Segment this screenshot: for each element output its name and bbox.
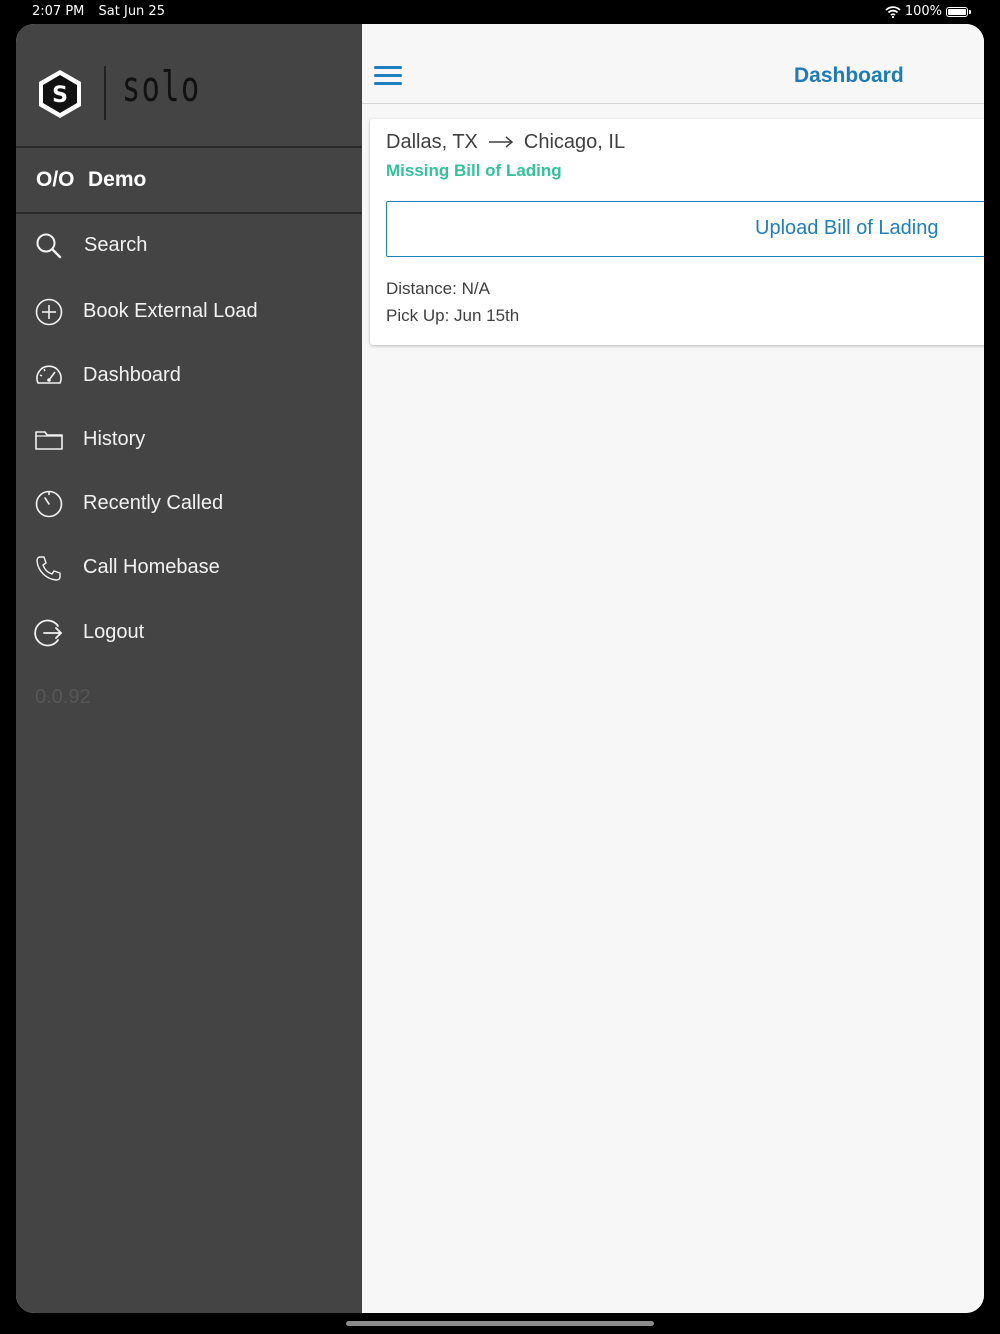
battery-percent: 100%: [904, 4, 942, 19]
user-role: O/O: [36, 168, 75, 191]
menu-item-recently-called[interactable]: Recently Called: [16, 472, 362, 536]
menu-item-dashboard[interactable]: Dashboard: [16, 344, 362, 408]
folder-icon: [35, 431, 63, 450]
menu-item-call-homebase[interactable]: Call Homebase: [16, 536, 362, 600]
timer-icon: [35, 490, 63, 518]
load-status: Missing Bill of Lading: [386, 161, 562, 180]
load-pickup: Pick Up: Jun 15th: [386, 306, 520, 325]
side-drawer: S solo O/O Demo Search Book External Loa…: [16, 24, 362, 1313]
load-card[interactable]: Dallas, TX Chicago, IL Missing Bill of L…: [370, 119, 984, 345]
load-route: Dallas, TX Chicago, IL: [386, 131, 625, 154]
arrow-right-icon: [488, 136, 514, 148]
home-indicator[interactable]: [346, 1321, 654, 1326]
menu-label-logout: Logout: [83, 621, 145, 643]
menu-item-history[interactable]: History: [16, 408, 362, 472]
menu-item-search[interactable]: Search: [16, 214, 362, 278]
top-navigation-bar: Dashboard: [362, 24, 984, 104]
menu-item-book-external-load[interactable]: Book External Load: [16, 280, 362, 344]
app-version: 0.0.92: [35, 686, 91, 708]
logo-mark-letter: S: [52, 83, 68, 108]
battery-icon: [946, 6, 971, 17]
app-screen: S solo O/O Demo Search Book External Loa…: [16, 24, 984, 1313]
status-time: 2:07 PM: [32, 4, 85, 19]
menu-label-book-external-load: Book External Load: [83, 300, 258, 322]
solo-logo-icon: S: [39, 70, 81, 118]
menu-label-call-homebase: Call Homebase: [83, 556, 220, 578]
page-title: Dashboard: [794, 64, 904, 87]
logo-divider: [104, 66, 106, 120]
status-date: Sat Jun 25: [98, 4, 165, 19]
load-distance: Distance: N/A: [386, 279, 490, 298]
user-name: Demo: [88, 168, 147, 191]
upload-bill-of-lading-button[interactable]: Upload Bill of Lading: [386, 201, 984, 257]
search-icon: [36, 233, 62, 259]
brand-wordmark: solo: [122, 62, 201, 111]
speedometer-icon: [36, 365, 62, 384]
status-bar: 2:07 PM Sat Jun 25 100%: [0, 0, 1000, 24]
menu-label-search: Search: [84, 234, 148, 256]
wifi-icon: [885, 5, 901, 18]
route-origin: Dallas, TX: [386, 131, 478, 153]
menu-label-history: History: [83, 428, 146, 450]
hamburger-icon[interactable]: [374, 66, 402, 88]
route-destination: Chicago, IL: [523, 131, 626, 153]
plus-circle-icon: [35, 298, 63, 326]
logo-area: S solo: [16, 24, 362, 148]
menu-item-logout[interactable]: Logout: [16, 601, 362, 665]
menu-label-recently-called: Recently Called: [83, 492, 224, 514]
upload-button-label: Upload Bill of Lading: [755, 217, 939, 239]
main-content: Dashboard Dallas, TX Chicago, IL Missing…: [362, 24, 984, 1313]
logout-icon: [34, 619, 62, 647]
phone-icon: [36, 556, 61, 581]
user-profile-row: O/O Demo: [16, 148, 362, 214]
menu-label-dashboard: Dashboard: [83, 364, 181, 386]
